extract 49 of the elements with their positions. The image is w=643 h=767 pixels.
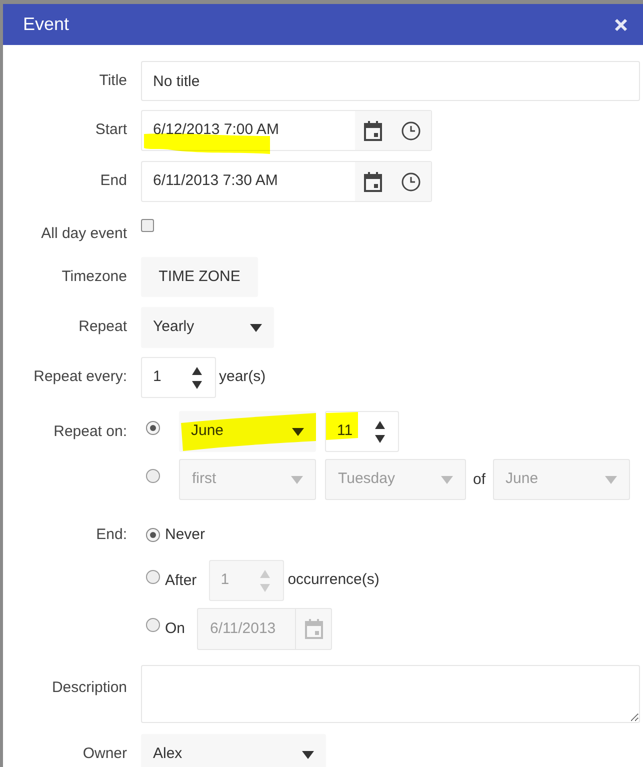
- datetime-field[interactable]: 6/11/2013 7:30 AM: [141, 161, 432, 202]
- calendar-icon: [364, 172, 382, 192]
- month-dropdown[interactable]: June: [179, 411, 316, 452]
- dropdown[interactable]: Yearly: [141, 307, 274, 348]
- field-label: Start: [95, 120, 127, 140]
- field-label: Repeat every:: [34, 367, 127, 388]
- caret-icon: [604, 476, 617, 484]
- description-field[interactable]: [141, 665, 640, 723]
- unit-label: occurrence(s): [288, 570, 380, 590]
- up-down-arrows-icon: [258, 570, 271, 592]
- field-label: Owner: [82, 744, 127, 764]
- option-label: Never: [165, 524, 206, 545]
- field-label: All day event: [41, 224, 127, 244]
- field-label: End:: [96, 524, 127, 545]
- field-label: End: [100, 171, 127, 192]
- dropdown[interactable]: Alex: [141, 734, 326, 767]
- option-label: On: [165, 619, 186, 639]
- title-field[interactable]: No title: [141, 61, 640, 101]
- field-label: Timezone: [62, 266, 127, 287]
- clock-icon: [400, 120, 420, 140]
- connector-label: of: [473, 470, 486, 490]
- field-label: Description: [52, 678, 127, 698]
- radio-button[interactable]: [146, 528, 160, 542]
- time-picker-button[interactable]: [390, 162, 431, 201]
- field-label: Title: [99, 70, 127, 91]
- close-button[interactable]: [613, 16, 629, 32]
- date-picker-button[interactable]: [355, 111, 390, 150]
- up-down-arrows-icon: [191, 366, 203, 388]
- calendar-icon: [304, 619, 323, 639]
- option-label: After: [165, 571, 197, 591]
- field-label: Repeat: [78, 317, 127, 338]
- datetime-field[interactable]: 6/12/2013 7:00 AM: [141, 110, 432, 151]
- radio-button[interactable]: [146, 421, 160, 435]
- timezone-button[interactable]: TIME ZONE: [141, 257, 258, 297]
- caret-icon: [302, 750, 314, 758]
- date-picker-button[interactable]: [355, 162, 390, 201]
- checkbox[interactable]: [141, 219, 154, 232]
- time-picker-button[interactable]: [390, 111, 431, 150]
- number-spinner[interactable]: 1: [141, 357, 216, 398]
- caret-icon: [250, 324, 262, 332]
- caret-icon: [441, 476, 453, 484]
- dialog-title: Event: [23, 13, 70, 36]
- up-down-arrows-icon: [374, 420, 386, 442]
- caret-icon: [291, 476, 303, 484]
- calendar-icon: [364, 120, 382, 140]
- clock-icon: [400, 172, 420, 192]
- field-label: Repeat on:: [54, 422, 127, 442]
- number-spinner[interactable]: 11: [325, 411, 399, 452]
- unit-label: year(s): [219, 367, 266, 388]
